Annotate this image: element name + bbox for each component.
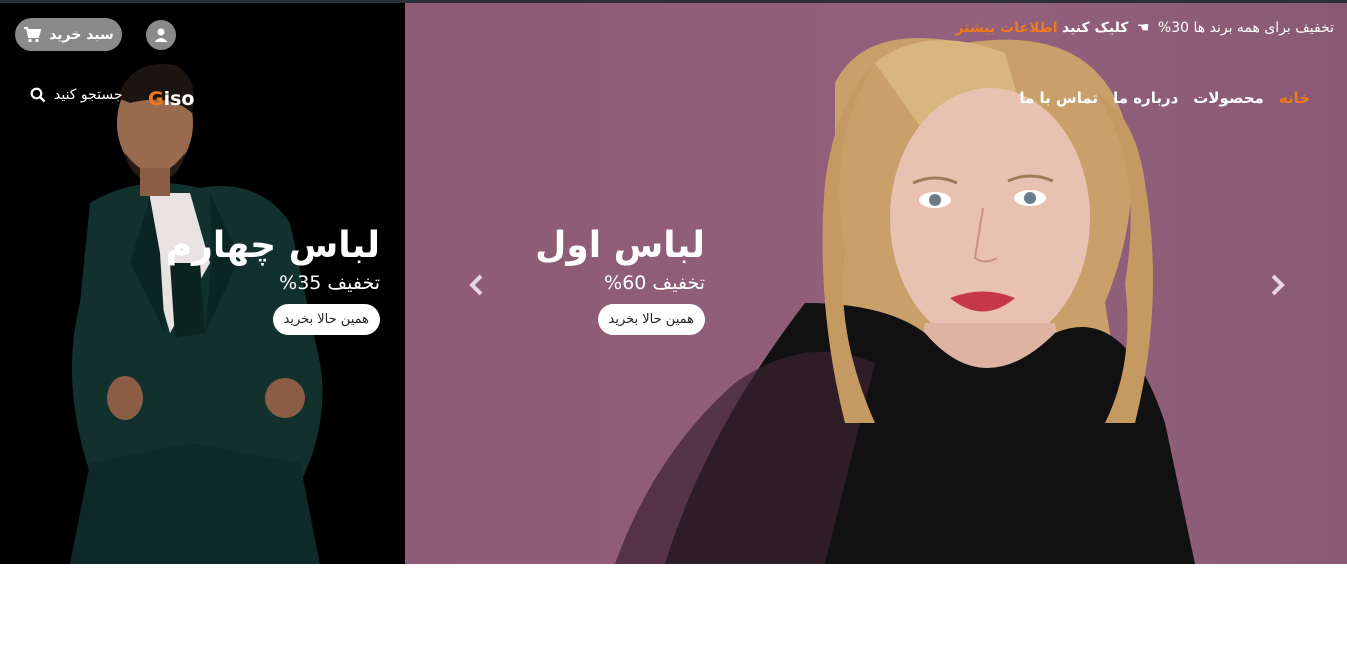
search-trigger[interactable]: جستجو کنید [30, 87, 123, 103]
cart-label: سبد خرید [49, 26, 114, 43]
user-icon [154, 28, 168, 42]
nav-item-products[interactable]: محصولات [1193, 89, 1264, 107]
side-discount: تخفیف 35% [279, 272, 380, 294]
hero-slider: تخفیف برای همه برند ها 30% ☚ کلیک کنید ا… [405, 3, 1347, 564]
promo-text: تخفیف برای همه برند ها 30% [1157, 20, 1334, 36]
logo-rest: iso [163, 88, 195, 110]
cart-button[interactable]: سبد خرید [15, 18, 122, 51]
hero-woman-photo [615, 38, 1195, 564]
nav-item-about[interactable]: درباره ما [1113, 89, 1178, 107]
promo-cta[interactable]: کلیک کنید [1062, 20, 1128, 36]
cart-icon [24, 26, 42, 42]
page-content-area [0, 564, 1347, 653]
slide-discount: تخفیف 60% [604, 272, 705, 294]
search-icon [30, 87, 46, 103]
side-buy-now-button[interactable]: همین حالا بخرید [272, 304, 380, 335]
main-nav: خانه محصولات درباره ما تماس با ما [1019, 89, 1310, 107]
chevron-left-icon[interactable] [467, 273, 487, 297]
slide-title: لباس اول [535, 225, 705, 266]
hand-pointing-icon: ☚ [1136, 20, 1150, 36]
page: تخفیف برای همه برند ها 30% ☚ کلیک کنید ا… [0, 0, 1347, 653]
side-banner: سبد خرید Giso جستجو کنید لباس چهارم تخفی… [0, 3, 405, 564]
side-title: لباس چهارم [165, 225, 380, 266]
logo-initial: G [148, 88, 164, 110]
nav-item-contact[interactable]: تماس با ما [1019, 89, 1098, 107]
nav-item-home[interactable]: خانه [1279, 89, 1310, 107]
buy-now-button[interactable]: همین حالا بخرید [597, 304, 705, 335]
chevron-right-icon[interactable] [1267, 273, 1287, 297]
search-label: جستجو کنید [54, 87, 123, 103]
side-caption: لباس چهارم تخفیف 35% همین حالا بخرید [165, 225, 380, 335]
site-logo[interactable]: Giso [148, 88, 194, 110]
slide-caption: لباس اول تخفیف 60% همین حالا بخرید [535, 225, 705, 335]
more-info-link[interactable]: اطلاعات بیشتر [956, 20, 1058, 36]
user-account-button[interactable] [146, 20, 176, 50]
promo-banner: تخفیف برای همه برند ها 30% ☚ کلیک کنید ا… [956, 20, 1335, 36]
